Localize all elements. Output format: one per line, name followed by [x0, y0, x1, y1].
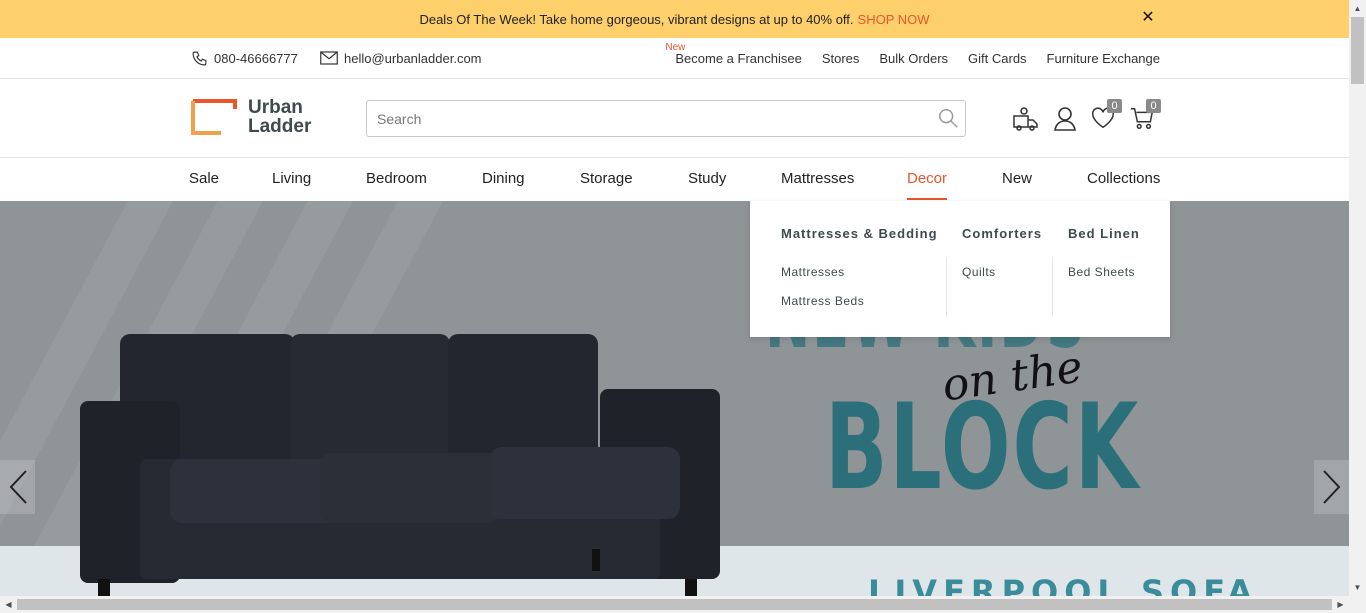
nav-item-decor[interactable]: Decor — [907, 170, 947, 187]
dropdown-divider — [946, 257, 947, 317]
vertical-scroll-thumb[interactable] — [1351, 17, 1364, 84]
logo[interactable]: Urban Ladder — [191, 97, 321, 137]
account-button[interactable] — [1051, 105, 1079, 133]
new-tag: New — [665, 41, 686, 53]
nav-item-storage[interactable]: Storage — [580, 170, 633, 187]
scroll-down-icon[interactable]: ▼ — [1349, 579, 1366, 596]
hero-subtitle: LIVERPOOL SOFA — [868, 573, 1259, 596]
dropdown-item-bed-sheets[interactable]: Bed Sheets — [1068, 265, 1135, 279]
promo-text: Deals Of The Week! Take home gorgeous, v… — [419, 11, 854, 27]
scroll-left-icon[interactable]: ◀ — [0, 596, 17, 613]
logo-text-line2: Ladder — [248, 116, 312, 137]
decor-dropdown-menu: Mattresses & Bedding Mattresses Mattress… — [750, 201, 1170, 337]
search-box — [366, 100, 966, 137]
user-icon — [1054, 107, 1076, 131]
vertical-scrollbar[interactable]: ▲ ▼ — [1349, 0, 1366, 596]
track-order-button[interactable] — [1012, 105, 1040, 133]
dropdown-heading-mattresses-bedding[interactable]: Mattresses & Bedding — [781, 226, 938, 241]
promo-banner: Deals Of The Week! Take home gorgeous, v… — [0, 0, 1349, 38]
category-nav: Sale Living Bedroom Dining Storage Study… — [0, 158, 1349, 201]
shop-now-link[interactable]: SHOP NOW — [858, 12, 930, 27]
carousel-next-button[interactable] — [1314, 460, 1349, 514]
search-icon[interactable] — [937, 107, 959, 129]
phone-icon — [192, 51, 207, 65]
nav-item-living[interactable]: Living — [272, 170, 311, 187]
phone-contact[interactable]: 080-46666777 — [191, 38, 298, 78]
cart-count-badge: 0 — [1146, 99, 1161, 113]
chevron-right-icon — [1322, 470, 1340, 504]
nav-item-mattresses[interactable]: Mattresses — [781, 170, 854, 187]
nav-item-collections[interactable]: Collections — [1087, 170, 1160, 187]
horizontal-scroll-thumb[interactable] — [17, 599, 1332, 610]
phone-number: 080-46666777 — [214, 50, 298, 66]
email-address: hello@urbanladder.com — [344, 50, 482, 66]
dropdown-heading-bed-linen[interactable]: Bed Linen — [1068, 226, 1140, 241]
cart-button[interactable]: 0 — [1129, 99, 1161, 133]
dropdown-item-mattress-beds[interactable]: Mattress Beds — [781, 294, 864, 308]
logo-text-line1: Urban — [248, 97, 303, 118]
wishlist-button[interactable]: 0 — [1090, 99, 1122, 133]
nav-item-sale[interactable]: Sale — [189, 170, 219, 187]
mail-icon — [320, 51, 338, 65]
search-input[interactable] — [367, 101, 927, 136]
nav-item-bedroom[interactable]: Bedroom — [366, 170, 427, 187]
horizontal-scrollbar[interactable]: ◀ ▶ — [0, 596, 1366, 613]
carousel-prev-button[interactable] — [0, 460, 35, 514]
wishlist-count-badge: 0 — [1107, 99, 1122, 113]
scroll-up-icon[interactable]: ▲ — [1349, 0, 1366, 17]
nav-item-dining[interactable]: Dining — [482, 170, 525, 187]
nav-item-new[interactable]: New — [1002, 170, 1032, 187]
dropdown-divider — [1052, 257, 1053, 317]
hero-title-line2: BLOCK — [825, 379, 1141, 517]
email-contact[interactable]: hello@urbanladder.com — [320, 38, 482, 78]
chevron-left-icon — [9, 470, 27, 504]
top-bar: 080-46666777 hello@urbanladder.com New Be… — [0, 38, 1349, 79]
dropdown-heading-comforters[interactable]: Comforters — [962, 226, 1042, 241]
bulk-orders-link[interactable]: Bulk Orders — [879, 51, 948, 66]
active-nav-underline — [907, 198, 947, 200]
logo-mark-icon — [191, 99, 238, 135]
main-header: Urban Ladder 0 0 — [0, 79, 1349, 158]
franchisee-label: Become a Franchisee — [675, 50, 802, 66]
delivery-truck-icon — [1013, 107, 1038, 131]
gift-cards-link[interactable]: Gift Cards — [968, 51, 1027, 66]
close-icon[interactable]: ✕ — [1140, 10, 1156, 26]
franchisee-link[interactable]: New Become a Franchisee — [665, 42, 802, 66]
header-icons: 0 0 — [1012, 99, 1168, 134]
scroll-right-icon[interactable]: ▶ — [1332, 596, 1349, 613]
dropdown-item-mattresses[interactable]: Mattresses — [781, 265, 845, 279]
nav-item-study[interactable]: Study — [688, 170, 726, 187]
stores-link[interactable]: Stores — [822, 51, 860, 66]
dropdown-item-quilts[interactable]: Quilts — [962, 265, 996, 279]
top-links: New Become a Franchisee Stores Bulk Order… — [665, 38, 1160, 78]
sofa-image — [80, 334, 720, 596]
furniture-exchange-link[interactable]: Furniture Exchange — [1047, 51, 1160, 66]
